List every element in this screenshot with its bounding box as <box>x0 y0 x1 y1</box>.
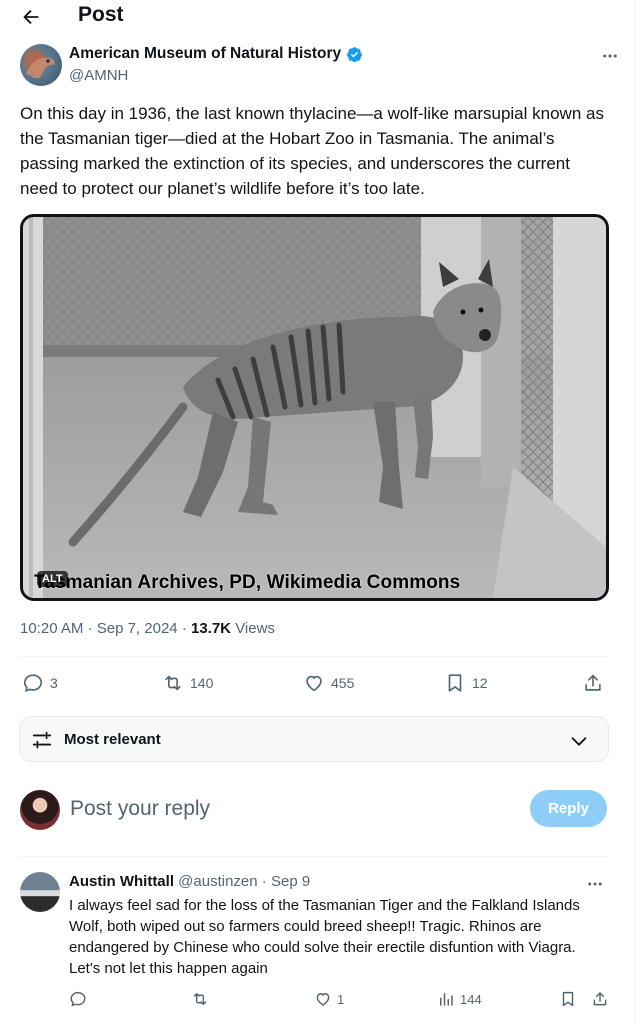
more-horizontal-icon <box>603 54 617 58</box>
views-label: Views <box>235 620 275 637</box>
post-time[interactable]: 10:20 AM <box>20 620 83 637</box>
meta-separator: · <box>181 620 191 637</box>
reply-button[interactable]: Reply <box>530 790 607 827</box>
repost-action[interactable]: 140 <box>162 668 213 698</box>
sort-replies-dropdown[interactable]: Most relevant <box>19 716 609 762</box>
image-caption: Tasmanian Archives, PD, Wikimedia Common… <box>34 572 461 593</box>
verified-badge-icon <box>347 46 363 62</box>
bookmark-icon <box>562 991 574 1007</box>
commenter-avatar[interactable] <box>20 872 60 912</box>
arrow-left-icon <box>23 9 39 25</box>
like-action[interactable]: 455 <box>303 668 354 698</box>
bookmark-count: 12 <box>472 675 488 691</box>
divider <box>20 656 609 657</box>
comment-like-count: 1 <box>337 991 345 1007</box>
comment-like-action[interactable]: 1 <box>314 987 344 1011</box>
divider <box>20 856 609 857</box>
sliders-icon <box>32 731 52 749</box>
comment-share-action[interactable] <box>591 987 609 1011</box>
comment-reply-action[interactable] <box>69 987 87 1011</box>
more-horizontal-icon <box>588 882 602 886</box>
comment-actions: 1 144 <box>69 987 609 1011</box>
reply-count: 3 <box>50 675 58 691</box>
author-avatar[interactable] <box>20 44 62 86</box>
comment-views-action[interactable]: 144 <box>437 987 482 1011</box>
comment-repost-action[interactable] <box>191 987 209 1011</box>
post-image[interactable]: Tasmanian Archives, PD, Wikimedia Common… <box>20 214 609 601</box>
commenter-name[interactable]: Austin Whittall <box>69 873 174 890</box>
repost-icon <box>193 993 207 1005</box>
sort-label: Most relevant <box>64 731 161 748</box>
heart-icon <box>306 675 322 692</box>
reply-icon <box>23 674 43 693</box>
post-meta: 10:20 AM · Sep 7, 2024 · 13.7K Views <box>20 620 275 637</box>
column-border <box>634 0 635 1024</box>
commenter-handle[interactable]: @austinzen <box>178 873 257 890</box>
reply-input[interactable] <box>70 794 510 824</box>
analytics-icon <box>440 993 453 1006</box>
alt-text-badge[interactable]: ALT <box>37 571 68 587</box>
share-icon <box>593 992 607 1006</box>
meta-separator: · <box>87 620 97 637</box>
comment-text: I always feel sad for the loss of the Ta… <box>69 897 580 977</box>
share-action[interactable] <box>582 668 604 698</box>
repost-icon <box>165 675 181 691</box>
comment-header: Austin Whittall @austinzen · Sep 9 <box>69 873 310 890</box>
share-icon <box>585 674 601 691</box>
author-name-row[interactable]: American Museum of Natural History <box>69 45 363 63</box>
views-count: 13.7K <box>190 620 232 637</box>
post-date[interactable]: Sep 7, 2024 <box>97 620 178 637</box>
top-bar: Post <box>0 0 644 34</box>
post-author: American Museum of Natural History @AMNH <box>20 44 624 88</box>
comment-views-count: 144 <box>460 991 482 1007</box>
heart-icon <box>316 993 330 1006</box>
chevron-down-icon <box>571 737 587 746</box>
more-options-button[interactable] <box>596 46 624 66</box>
like-count: 455 <box>331 675 355 691</box>
comment-separator: · <box>261 873 267 890</box>
back-button[interactable] <box>18 4 44 30</box>
reply-composer: Reply <box>20 788 609 832</box>
author-handle[interactable]: @AMNH <box>69 67 128 84</box>
bookmark-action[interactable]: 12 <box>444 668 488 698</box>
post-actions: 3 140 455 12 <box>20 668 609 698</box>
post-text: On this day in 1936, the last known thyl… <box>20 104 604 198</box>
reply-action[interactable]: 3 <box>22 668 58 698</box>
thylacine-photo <box>23 217 606 598</box>
repost-count: 140 <box>190 675 214 691</box>
reply-icon <box>70 991 86 1007</box>
author-name: American Museum of Natural History <box>69 45 342 62</box>
dinosaur-logo-icon <box>26 57 55 78</box>
comment-bookmark-action[interactable] <box>559 987 577 1011</box>
comment-more-button[interactable] <box>581 874 609 894</box>
comment-date[interactable]: Sep 9 <box>271 873 310 890</box>
bookmark-icon <box>448 674 462 692</box>
reply-tweet[interactable]: Austin Whittall @austinzen · Sep 9 I alw… <box>20 870 609 1020</box>
page-title: Post <box>78 3 124 26</box>
current-user-avatar[interactable] <box>20 790 60 830</box>
